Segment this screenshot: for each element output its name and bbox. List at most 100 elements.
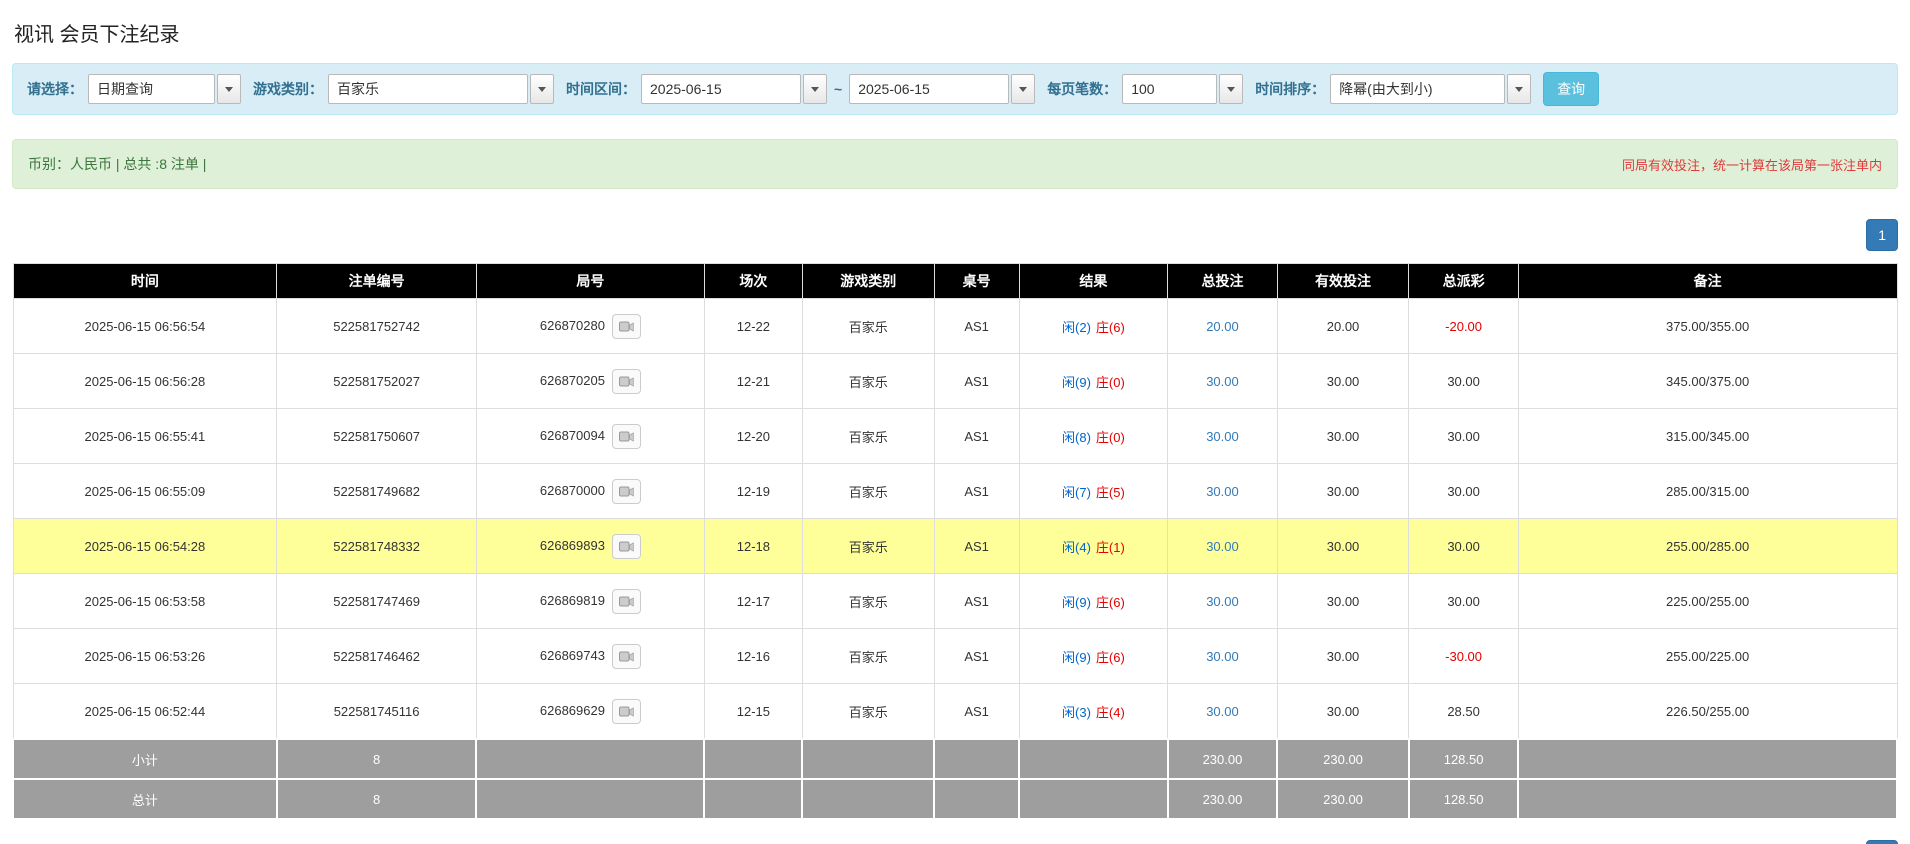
cell-round-id: 626869819 [476, 574, 704, 629]
cell-result: 闲(9)庄(6) [1019, 574, 1168, 629]
chevron-down-icon[interactable] [1219, 74, 1243, 104]
player-result: 闲(4) [1062, 540, 1091, 555]
video-replay-icon[interactable] [612, 589, 641, 614]
cell-session: 12-15 [704, 684, 802, 740]
game-type-value[interactable]: 百家乐 [328, 74, 528, 104]
header-time: 时间 [13, 264, 277, 299]
cell-remark: 285.00/315.00 [1518, 464, 1897, 519]
cell-bet-id: 522581752027 [277, 354, 477, 409]
date-from-value[interactable]: 2025-06-15 [641, 74, 801, 104]
total-bet-link[interactable]: 30.00 [1206, 594, 1239, 609]
total-bet-link[interactable]: 20.00 [1206, 319, 1239, 334]
cell-valid-bet: 20.00 [1277, 299, 1409, 354]
cell-game-type: 百家乐 [802, 354, 934, 409]
cell-bet-id: 522581745116 [277, 684, 477, 740]
cell-time: 2025-06-15 06:56:54 [13, 299, 277, 354]
page-title: 视讯 会员下注纪录 [14, 18, 1898, 47]
banker-result: 庄(1) [1096, 540, 1125, 555]
total-bet-link[interactable]: 30.00 [1206, 649, 1239, 664]
cell-bet-id: 522581752742 [277, 299, 477, 354]
cell-result: 闲(2)庄(6) [1019, 299, 1168, 354]
cell-payout: 30.00 [1409, 519, 1518, 574]
date-from-picker[interactable]: 2025-06-15 [641, 74, 827, 104]
table-row: 2025-06-15 06:55:41 522581750607 6268700… [13, 409, 1897, 464]
empty-cell [802, 739, 934, 779]
cell-total-bet: 30.00 [1168, 409, 1277, 464]
sort-order-label: 时间排序： [1255, 79, 1325, 99]
table-row: 2025-06-15 06:53:26 522581746462 6268697… [13, 629, 1897, 684]
chevron-down-icon[interactable] [1507, 74, 1531, 104]
header-total-bet: 总投注 [1168, 264, 1277, 299]
page-size-value[interactable]: 100 [1122, 74, 1217, 104]
sort-order-value[interactable]: 降幂(由大到小) [1330, 74, 1505, 104]
video-replay-icon[interactable] [612, 369, 641, 394]
cell-session: 12-19 [704, 464, 802, 519]
empty-cell [1518, 779, 1897, 819]
subtotal-label: 小计 [13, 739, 277, 779]
video-replay-icon[interactable] [612, 699, 641, 724]
cell-time: 2025-06-15 06:54:28 [13, 519, 277, 574]
round-id-text: 626869629 [540, 702, 605, 717]
cell-table-no: AS1 [934, 574, 1019, 629]
sort-order-select[interactable]: 降幂(由大到小) [1330, 74, 1531, 104]
table-row: 2025-06-15 06:53:58 522581747469 6268698… [13, 574, 1897, 629]
query-type-select[interactable]: 日期查询 [88, 74, 241, 104]
chevron-down-icon[interactable] [803, 74, 827, 104]
round-id-text: 626870000 [540, 482, 605, 497]
cell-valid-bet: 30.00 [1277, 354, 1409, 409]
cell-time: 2025-06-15 06:52:44 [13, 684, 277, 740]
caret-down-icon [538, 87, 546, 92]
player-result: 闲(9) [1062, 595, 1091, 610]
table-row: 2025-06-15 06:55:09 522581749682 6268700… [13, 464, 1897, 519]
caret-down-icon [811, 87, 819, 92]
header-table-no: 桌号 [934, 264, 1019, 299]
total-bet-link[interactable]: 30.00 [1206, 484, 1239, 499]
page-size-select[interactable]: 100 [1122, 74, 1243, 104]
cell-remark: 225.00/255.00 [1518, 574, 1897, 629]
pagination-bottom: 1 [12, 840, 1898, 844]
video-replay-icon[interactable] [612, 534, 641, 559]
game-type-select[interactable]: 百家乐 [328, 74, 554, 104]
game-type-label: 游戏类别： [253, 79, 323, 99]
search-button[interactable]: 查询 [1543, 72, 1599, 106]
cell-time: 2025-06-15 06:53:58 [13, 574, 277, 629]
total-bet-link[interactable]: 30.00 [1206, 704, 1239, 719]
round-id-text: 626869819 [540, 592, 605, 607]
grand-total-row: 总计 8 230.00 230.00 128.50 [13, 779, 1897, 819]
video-replay-icon[interactable] [612, 424, 641, 449]
cell-result: 闲(4) 庄(1) [1019, 519, 1168, 574]
query-type-value[interactable]: 日期查询 [88, 74, 215, 104]
empty-cell [1518, 739, 1897, 779]
player-result: 闲(2) [1062, 320, 1091, 335]
table-row: 2025-06-15 06:56:54 522581752742 6268702… [13, 299, 1897, 354]
cell-remark: 226.50/255.00 [1518, 684, 1897, 740]
header-bet-id: 注单编号 [277, 264, 477, 299]
total-bet-link[interactable]: 30.00 [1206, 374, 1239, 389]
page-1-button[interactable]: 1 [1866, 840, 1898, 844]
grand-total-count: 8 [277, 779, 477, 819]
chevron-down-icon[interactable] [217, 74, 241, 104]
date-to-picker[interactable]: 2025-06-15 [849, 74, 1035, 104]
video-replay-icon[interactable] [612, 644, 641, 669]
video-replay-icon[interactable] [612, 479, 641, 504]
total-bet-link[interactable]: 30.00 [1206, 429, 1239, 444]
subtotal-payout: 128.50 [1409, 739, 1518, 779]
chevron-down-icon[interactable] [1011, 74, 1035, 104]
banker-result: 庄(0) [1096, 375, 1125, 390]
total-bet-link[interactable]: 30.00 [1206, 539, 1239, 554]
empty-cell [1019, 739, 1168, 779]
chevron-down-icon[interactable] [530, 74, 554, 104]
cell-round-id: 626869629 [476, 684, 704, 740]
cell-bet-id: 522581746462 [277, 629, 477, 684]
cell-round-id: 626870094 [476, 409, 704, 464]
cell-session: 12-17 [704, 574, 802, 629]
cell-round-id: 626869743 [476, 629, 704, 684]
cell-bet-id: 522581749682 [277, 464, 477, 519]
video-replay-icon[interactable] [612, 314, 641, 339]
cell-time: 2025-06-15 06:55:41 [13, 409, 277, 464]
page-1-button[interactable]: 1 [1866, 219, 1898, 251]
cell-remark: 255.00/285.00 [1518, 519, 1897, 574]
date-to-value[interactable]: 2025-06-15 [849, 74, 1009, 104]
cell-bet-id: 522581748332 [277, 519, 477, 574]
grand-total-total-bet: 230.00 [1168, 779, 1277, 819]
